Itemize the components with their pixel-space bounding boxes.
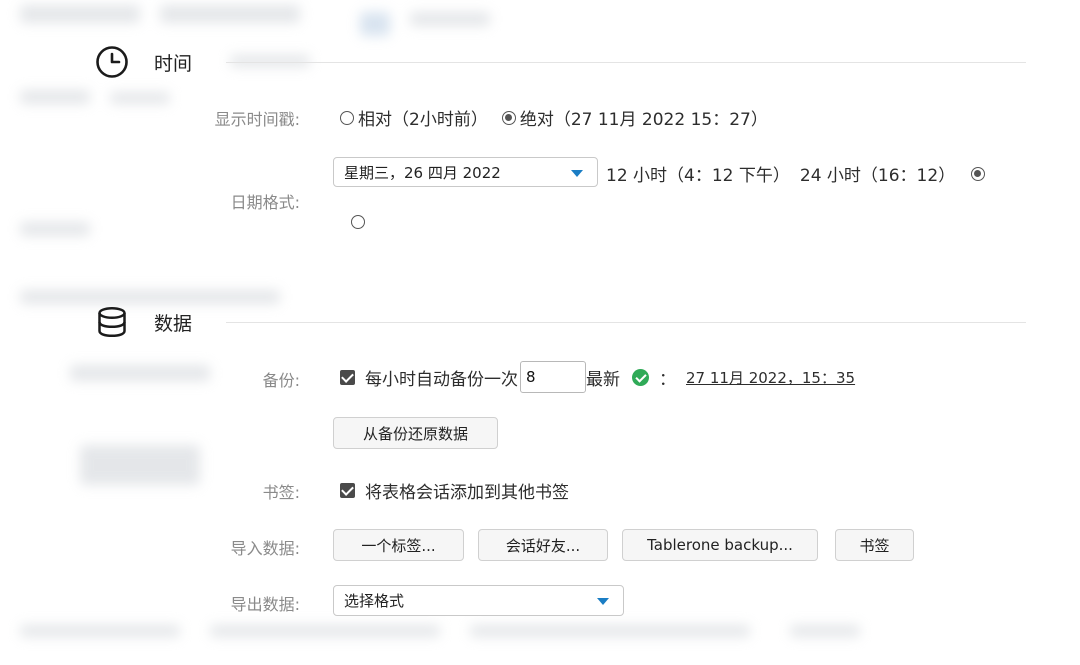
settings-page: 时间 显示时间戳: 相对（2小时前） 绝对（27 11月 2022 15：27）… <box>0 0 1080 665</box>
backup-checkbox-label: 每小时自动备份一次 <box>365 369 518 390</box>
backup-latest-label: 最新 <box>586 369 620 390</box>
hour24-label: 24 小时（16：12） <box>799 166 956 186</box>
time-section-header: 时间 <box>94 44 192 80</box>
backup-separator: ： <box>659 369 676 390</box>
date-format-label: 日期格式: <box>230 193 300 212</box>
time-section-divider <box>226 62 1026 63</box>
timestamp-relative-option[interactable]: 相对（2小时前） <box>340 105 488 130</box>
settings-panel: 时间 显示时间戳: 相对（2小时前） 绝对（27 11月 2022 15：27）… <box>0 0 1080 665</box>
timestamp-absolute-radio[interactable] <box>501 110 516 125</box>
date-format-select-value: 星期三，26 四月 2022 <box>344 163 501 182</box>
backup-label: 备份: <box>262 371 300 390</box>
import-label: 导入数据: <box>230 539 300 558</box>
timestamp-relative-radio[interactable] <box>340 110 354 125</box>
backup-count-input[interactable]: 8 <box>520 361 586 393</box>
timestamp-relative-label: 相对（2小时前） <box>358 110 488 130</box>
timestamp-label: 显示时间戳: <box>214 110 300 129</box>
bookmarks-checkbox-label: 将表格会话添加到其他书签 <box>365 483 569 503</box>
chevron-down-icon <box>597 598 609 605</box>
bookmarks-checkbox[interactable] <box>340 483 355 498</box>
date-format-select[interactable]: 星期三，26 四月 2022 <box>333 157 598 187</box>
import-tablerone-button[interactable]: Tablerone backup... <box>622 529 818 561</box>
check-circle-icon <box>632 368 649 386</box>
import-bookmarks-button[interactable]: 书签 <box>835 529 914 561</box>
backup-checkbox[interactable] <box>340 369 355 385</box>
import-session-buddy-button[interactable]: 会话好友... <box>478 529 608 561</box>
data-section-title: 数据 <box>154 312 193 335</box>
export-format-select[interactable]: 选择格式 <box>333 585 624 616</box>
data-section-header: 数据 <box>94 304 192 340</box>
clock-icon <box>94 44 130 80</box>
export-label: 导出数据: <box>230 595 300 614</box>
timestamp-absolute-option[interactable]: 绝对（27 11月 2022 15：27） <box>501 105 768 130</box>
data-section-divider <box>226 322 1026 323</box>
bookmarks-option: 将表格会话添加到其他书签 <box>340 478 569 503</box>
hour12-radio[interactable] <box>351 215 365 229</box>
timestamp-options: 相对（2小时前） 绝对（27 11月 2022 15：27） <box>340 105 768 130</box>
database-icon <box>94 304 130 340</box>
hour-format-options: 12 小时（4：12 下午） 24 小时（16：12） <box>606 161 989 186</box>
export-format-select-value: 选择格式 <box>344 592 405 610</box>
chevron-down-icon <box>571 170 583 177</box>
bookmarks-label: 书签: <box>262 483 300 502</box>
timestamp-absolute-label: 绝对（27 11月 2022 15：27） <box>519 110 768 130</box>
time-section-title: 时间 <box>154 52 193 75</box>
hour24-radio[interactable] <box>971 166 986 181</box>
restore-backup-button[interactable]: 从备份还原数据 <box>333 417 498 449</box>
import-tabs-button[interactable]: 一个标签... <box>333 529 464 561</box>
backup-latest-link[interactable]: 27 11月 2022，15：35 <box>686 367 855 388</box>
backup-controls: 每小时自动备份一次 8 最新 ： 27 11月 2022，15：35 <box>340 361 855 393</box>
hour12-label: 12 小时（4：12 下午） <box>606 166 790 186</box>
hour12-option <box>351 215 369 229</box>
